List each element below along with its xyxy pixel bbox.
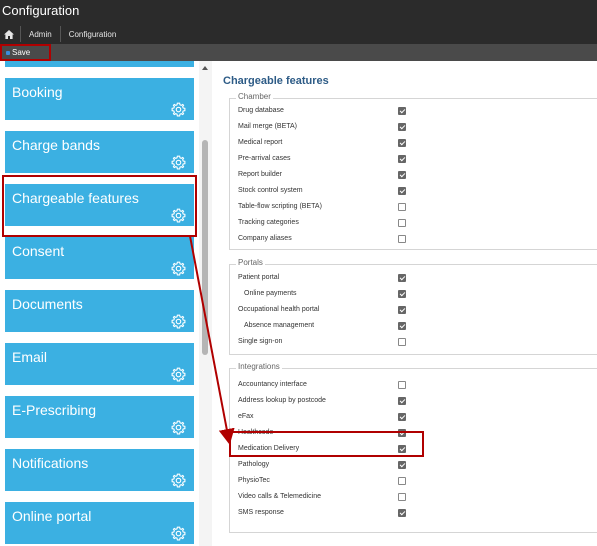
feature-label: Report builder [238,171,282,178]
gear-icon[interactable] [171,102,186,117]
feature-checkbox[interactable] [398,493,406,501]
feature-checkbox[interactable] [398,429,406,437]
feature-checkbox[interactable] [398,306,406,314]
feature-checkbox[interactable] [398,413,406,421]
gear-icon[interactable] [171,420,186,435]
feature-label: Table-flow scripting (BETA) [238,203,322,210]
feature-checkbox[interactable] [398,123,406,131]
feature-checkbox[interactable] [398,107,406,115]
feature-checkbox[interactable] [398,445,406,453]
feature-label: SMS response [238,509,284,516]
feature-label: Tracking categories [238,219,299,226]
feature-label: Absence management [244,322,315,329]
group-legend: Chamber [236,92,273,101]
sidebar-item-label: Charge bands [12,137,100,153]
feature-checkbox[interactable] [398,155,406,163]
feature-label: Single sign-on [238,338,283,345]
sidebar-item-top[interactable] [5,61,194,67]
sidebar-item-e-prescribing[interactable]: E-Prescribing [5,396,194,438]
main-panel: Chargeable features Chamber Drug database… [212,61,597,546]
feature-label: Drug database [238,107,284,114]
gear-icon[interactable] [171,473,186,488]
gear-icon[interactable] [171,367,186,382]
feature-checkbox[interactable] [398,477,406,485]
sidebar-item-chargeable-features[interactable]: Chargeable features [5,184,194,226]
gear-icon[interactable] [171,208,186,223]
gear-icon[interactable] [171,314,186,329]
feature-label: Address lookup by postcode [238,397,326,404]
feature-checkbox[interactable] [398,338,406,346]
sidebar-item-label: Online portal [12,508,92,524]
sidebar-item-label: E-Prescribing [12,402,97,418]
feature-label: Medication Delivery [238,445,300,452]
sidebar-item-label: Consent [12,243,65,259]
feature-label: Occupational health portal [238,306,320,313]
feature-checkbox[interactable] [398,274,406,282]
save-label: Save [12,48,31,57]
sidebar-item-label: Chargeable features [12,190,139,206]
feature-checkbox[interactable] [398,397,406,405]
feature-label: Patient portal [238,274,280,281]
feature-label: PhysioTec [238,477,270,484]
breadcrumb-item-configuration[interactable]: Configuration [59,26,125,42]
sidebar-item-documents[interactable]: Documents [5,290,194,332]
save-button[interactable]: Save [0,44,51,61]
sidebar-item-email[interactable]: Email [5,343,194,385]
sidebar-item-label: Documents [12,296,83,312]
feature-checkbox[interactable] [398,203,406,211]
group-portals: Portals Patient portal Online payments Occu… [229,258,597,355]
feature-checkbox[interactable] [398,139,406,147]
sidebar-item-consent[interactable]: Consent [5,237,194,279]
sidebar-item-charge-bands[interactable]: Charge bands [5,131,194,173]
scroll-up-arrow-icon[interactable] [202,66,208,70]
sidebar-item-label: Notifications [12,455,89,471]
toolbar [0,44,597,61]
save-icon [6,50,10,55]
group-legend: Portals [236,258,265,267]
page-title: Chargeable features [223,75,329,87]
sidebar: Booking Charge bands Chargeable features Co… [0,61,212,546]
sidebar-item-label: Email [12,349,48,365]
feature-checkbox[interactable] [398,187,406,195]
feature-label: Accountancy interface [238,381,307,388]
feature-label: Mail merge (BETA) [238,123,297,130]
breadcrumb-item-admin[interactable]: Admin [20,26,60,42]
feature-label: Pathology [238,461,270,468]
group-chamber: Chamber Drug database Mail merge (BETA) Med… [229,92,597,250]
home-icon[interactable] [0,26,20,42]
feature-checkbox[interactable] [398,219,406,227]
app-title-bar: Configuration [0,0,597,24]
group-legend: Integrations [236,362,282,371]
sidebar-item-booking[interactable]: Booking [5,78,194,120]
feature-checkbox[interactable] [398,235,406,243]
breadcrumb: Admin Configuration [0,24,597,44]
feature-label: Company aliases [238,235,292,242]
feature-label: eFax [238,413,254,420]
gear-icon[interactable] [171,261,186,276]
sidebar-scroll-thumb[interactable] [202,140,208,355]
sidebar-item-online-portal[interactable]: Online portal [5,502,194,544]
feature-label: Video calls & Telemedicine [238,493,322,500]
group-integrations: Integrations Accountancy interface Address… [229,362,597,533]
feature-label: Pre-arrival cases [238,155,291,162]
gear-icon[interactable] [171,526,186,541]
feature-checkbox[interactable] [398,461,406,469]
feature-checkbox[interactable] [398,322,406,330]
feature-checkbox[interactable] [398,171,406,179]
feature-label: Healthcode [238,429,274,436]
feature-checkbox[interactable] [398,509,406,517]
feature-checkbox[interactable] [398,381,406,389]
sidebar-item-label: Booking [12,84,63,100]
feature-label: Stock control system [238,187,303,194]
app-title: Configuration [2,3,80,18]
gear-icon[interactable] [171,155,186,170]
sidebar-item-notifications[interactable]: Notifications [5,449,194,491]
feature-label: Online payments [244,290,297,297]
feature-label: Medical report [238,139,283,146]
feature-checkbox[interactable] [398,290,406,298]
